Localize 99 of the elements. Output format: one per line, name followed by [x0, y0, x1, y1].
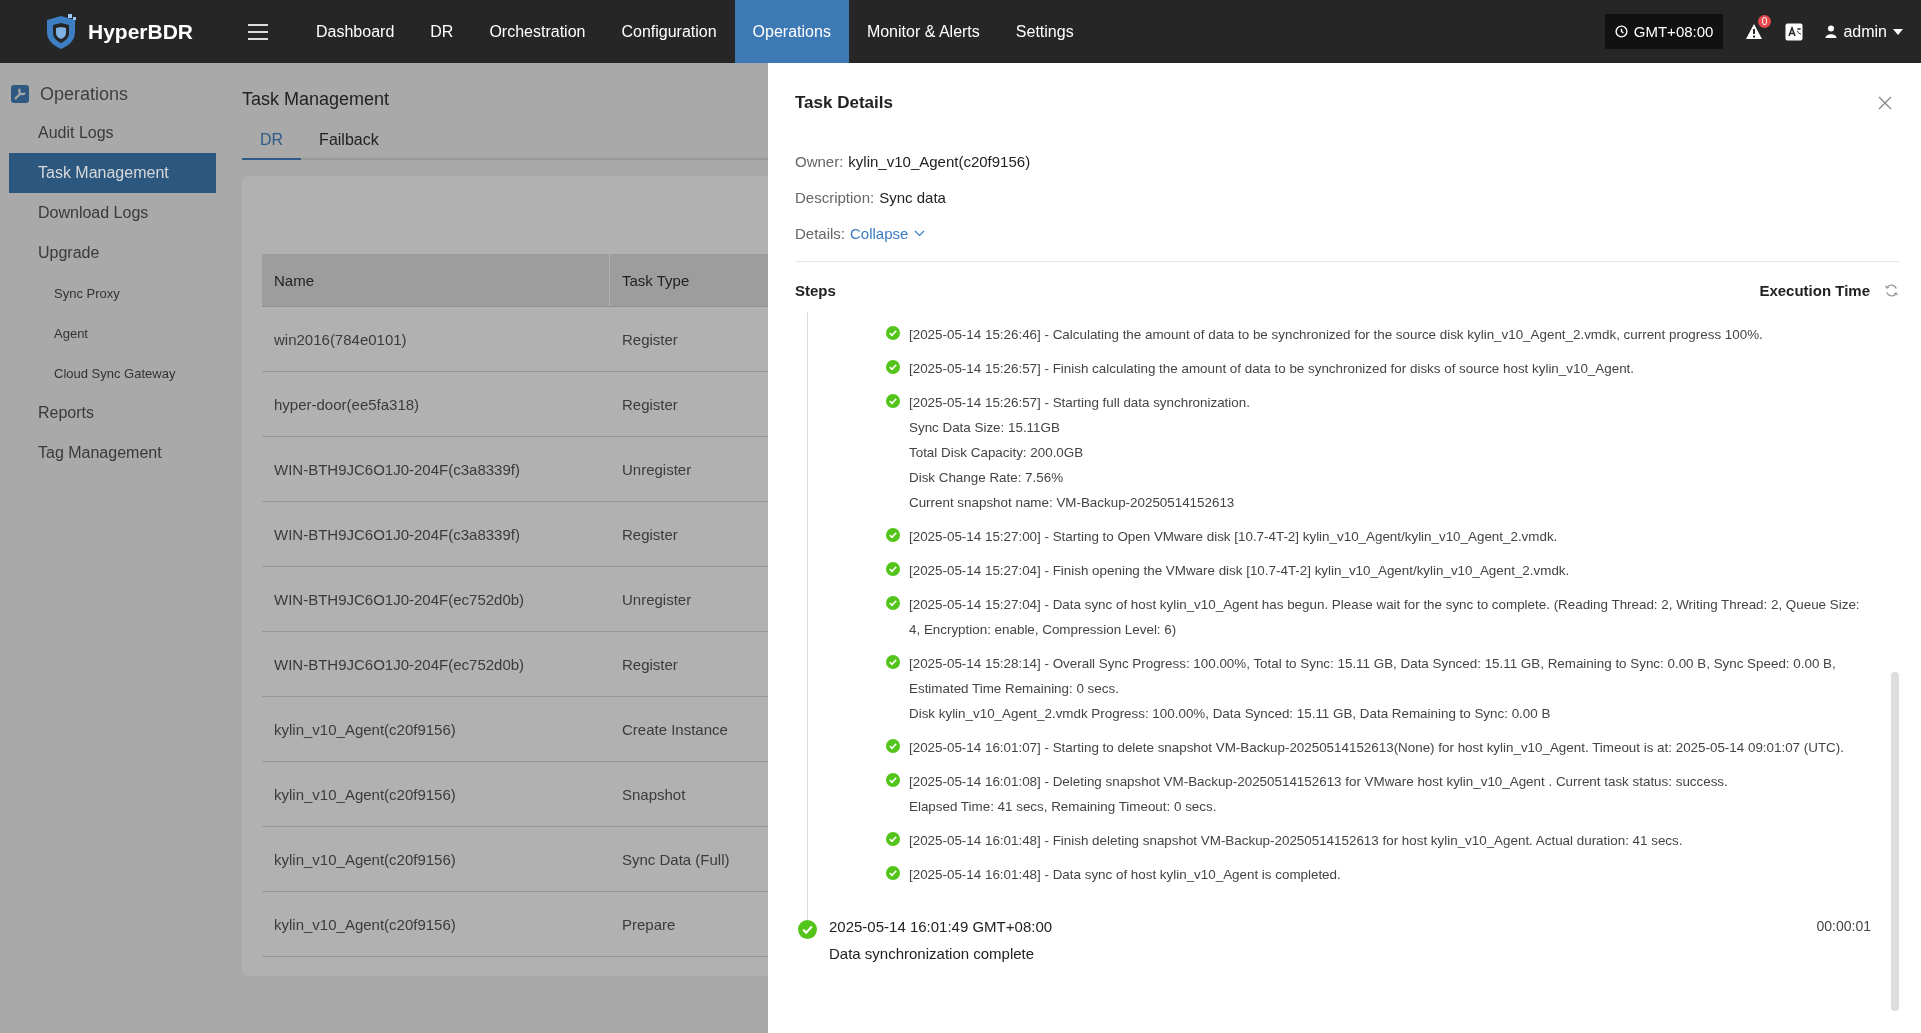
- log-line: Total Disk Capacity: 200.0GB: [909, 444, 1085, 462]
- sidebar-subitem[interactable]: Cloud Sync Gateway: [9, 353, 216, 393]
- table-cell-text: kylin_v10_Agent(c20f9156): [273, 720, 457, 738]
- check-circle-icon: [886, 528, 900, 542]
- log-line: [2025-05-14 16:01:08] - Deleting snapshot VM-Backup-20250514152613 for VMware host kylin_v10_Agent . Current task status: success.: [909, 773, 1729, 791]
- sidebar-item[interactable]: Task Management: [9, 153, 216, 193]
- table-cell-text: kylin_v10_Agent(c20f9156): [273, 850, 457, 868]
- log-line: [2025-05-14 16:01:48] - Finish deleting snapshot VM-Backup-20250514152613 for host kylin_v10_Agent. Actual duration: 41 secs.: [909, 832, 1684, 850]
- log-line: Disk Change Rate: 7.56%: [909, 469, 1065, 487]
- log-line: [2025-05-14 15:27:04] - Finish opening the VMware disk [10.7-4T-2] kylin_v10_Agent/kylin_v10_Agent_2.vmdk.: [909, 562, 1571, 580]
- sidebar-item[interactable]: Download Logs: [9, 193, 216, 233]
- alert-count-badge: 0: [1757, 15, 1772, 28]
- sidebar-title: Operations: [40, 83, 129, 105]
- close-icon[interactable]: [1878, 96, 1892, 110]
- step-duration: 00:00:01: [1816, 918, 1871, 935]
- check-circle-icon: [886, 773, 900, 787]
- log-line: [2025-05-14 15:28:14] - Overall Sync Progress: 100.00%, Total to Sync: 15.11 GB, Data Synced: 15.11 GB, Remaining to Sync: 0.00 B, Sync Speed: 0.00 B, Estimated Time Remaining: 0 secs.: [909, 655, 1837, 698]
- table-cell-text: WIN-BTH9JC6O1J0-204F(c3a8339f): [273, 460, 521, 478]
- collapse-link[interactable]: Collapse: [850, 224, 926, 242]
- log-line: [2025-05-14 15:26:57] - Starting full data synchronization.: [909, 394, 1251, 412]
- sidebar-subitem[interactable]: Sync Proxy: [9, 273, 216, 313]
- table-cell-text: hyper-door(ee5fa318): [273, 395, 421, 413]
- log-line: [2025-05-14 15:27:00] - Starting to Open VMware disk [10.7-4T-2] kylin_v10_Agent/kylin_v10_Agent_2.vmdk.: [909, 528, 1559, 546]
- table-cell-text: kylin_v10_Agent(c20f9156): [273, 915, 457, 933]
- caret-icon: [1893, 28, 1903, 35]
- table-cell-text: Unregister: [621, 460, 693, 478]
- check-circle-icon: [886, 394, 900, 408]
- check-circle-icon: [886, 326, 900, 340]
- check-circle-icon: [886, 739, 900, 753]
- check-circle-icon: [798, 920, 817, 939]
- menu-icon[interactable]: [248, 23, 268, 40]
- check-circle-icon: [886, 655, 900, 669]
- step-timestamp: 2025-05-14 16:01:49 GMT+08:00: [829, 918, 1053, 935]
- log-line: Current snapshot name: VM-Backup-20250514152613: [909, 494, 1236, 512]
- sidebar-item[interactable]: Reports: [9, 393, 216, 433]
- check-circle-icon: [886, 562, 900, 576]
- timezone-button[interactable]: GMT+08:00: [1604, 14, 1724, 49]
- field-value: kylin_v10_Agent(c20f9156): [848, 152, 1031, 170]
- nav-tab[interactable]: Orchestration: [471, 0, 604, 63]
- warning-icon[interactable]: [1745, 23, 1764, 40]
- log-line: [2025-05-14 16:01:07] - Starting to delete snapshot VM-Backup-20250514152613(None) for host kylin_v10_Agent. Timeout is at: 2025-05-14 09:01:07 (UTC).: [909, 739, 1845, 757]
- step-description: Data synchronization complete: [829, 945, 1036, 962]
- nav-tab[interactable]: Configuration: [603, 0, 735, 63]
- sidebar-item[interactable]: Audit Logs: [9, 113, 216, 153]
- drawer-title: Task Details: [795, 93, 893, 113]
- log-line: [2025-05-14 15:27:04] - Data sync of host kylin_v10_Agent has begun. Please wait for the sync to complete. (Reading Thread: 2, Writing Thread: 2, Queue Size: 4, Encryption: enable, Compression Level: 6): [909, 596, 1861, 639]
- column-header: Task Type: [621, 271, 691, 289]
- log-line: [2025-05-14 16:01:48] - Data sync of host kylin_v10_Agent is completed.: [909, 866, 1342, 884]
- sidebar-item[interactable]: Tag Management: [9, 433, 216, 473]
- clock-icon: [1614, 25, 1628, 38]
- table-cell-text: Sync Data (Full): [621, 850, 731, 868]
- table-cell-text: win2016(784e0101): [273, 330, 408, 348]
- log-line: Sync Data Size: 15.11GB: [909, 419, 1061, 437]
- check-circle-icon: [886, 866, 900, 880]
- log-line: [2025-05-14 15:26:57] - Finish calculating the amount of data to be synchronized for disks of source host kylin_v10_Agent.: [909, 360, 1636, 378]
- shield-logo-icon: [44, 13, 78, 50]
- log-line: [2025-05-14 15:26:46] - Calculating the amount of data to be synchronized for the source disk kylin_v10_Agent_2.vmdk, current progress 100%.: [909, 326, 1764, 344]
- table-cell-text: Register: [621, 525, 679, 543]
- table-cell-text: kylin_v10_Agent(c20f9156): [273, 785, 457, 803]
- refresh-icon[interactable]: [1884, 282, 1899, 298]
- field-label: Description:: [795, 188, 875, 206]
- nav-tab[interactable]: DR: [412, 0, 472, 63]
- table-cell-text: Prepare: [621, 915, 677, 933]
- table-cell-text: Create Instance: [621, 720, 729, 738]
- table-cell-text: Snapshot: [621, 785, 687, 803]
- table-cell-text: Register: [621, 330, 679, 348]
- table-cell-text: Register: [621, 395, 679, 413]
- brand-name: HyperBDR: [88, 19, 194, 44]
- table-cell-text: Register: [621, 655, 679, 673]
- user-icon: [1825, 25, 1838, 38]
- log-line: Elapsed Time: 41 secs, Remaining Timeout: 0 secs.: [909, 798, 1218, 816]
- table-cell-text: WIN-BTH9JC6O1J0-204F(c3a8339f): [273, 525, 521, 543]
- nav-tab[interactable]: Settings: [997, 0, 1092, 63]
- table-cell-text: Unregister: [621, 590, 693, 608]
- log-line: Disk kylin_v10_Agent_2.vmdk Progress: 100.00%, Data Synced: 15.11 GB, Data Remaining to Sync: 0.00 B: [909, 705, 1552, 723]
- field-label: Details:: [795, 224, 846, 242]
- check-circle-icon: [886, 832, 900, 846]
- translate-icon[interactable]: [1785, 22, 1804, 41]
- user-menu[interactable]: admin: [1825, 22, 1903, 41]
- tab[interactable]: DR: [242, 122, 302, 160]
- column-header: Name: [262, 254, 610, 306]
- check-circle-icon: [886, 596, 900, 610]
- execution-time-heading: Execution Time: [1759, 281, 1870, 299]
- sidebar-subitem[interactable]: Agent: [9, 313, 216, 353]
- field-label: Owner:: [795, 152, 844, 170]
- chevron-down-icon: [914, 229, 926, 237]
- nav-tab[interactable]: Monitor & Alerts: [848, 0, 998, 63]
- wrench-icon: [10, 84, 30, 104]
- table-cell-text: WIN-BTH9JC6O1J0-204F(ec752d0b): [273, 655, 526, 673]
- field-value: Sync data: [879, 188, 946, 206]
- scrollbar[interactable]: [1891, 672, 1899, 1011]
- steps-heading: Steps: [795, 281, 836, 299]
- nav-tab[interactable]: Operations: [734, 0, 849, 63]
- table-cell-text: WIN-BTH9JC6O1J0-204F(ec752d0b): [273, 590, 526, 608]
- nav-tab[interactable]: Dashboard: [298, 0, 413, 63]
- page-title: Task Management: [242, 88, 391, 111]
- check-circle-icon: [886, 360, 900, 374]
- tab[interactable]: Failback: [301, 122, 397, 158]
- sidebar-item[interactable]: Upgrade: [9, 233, 216, 273]
